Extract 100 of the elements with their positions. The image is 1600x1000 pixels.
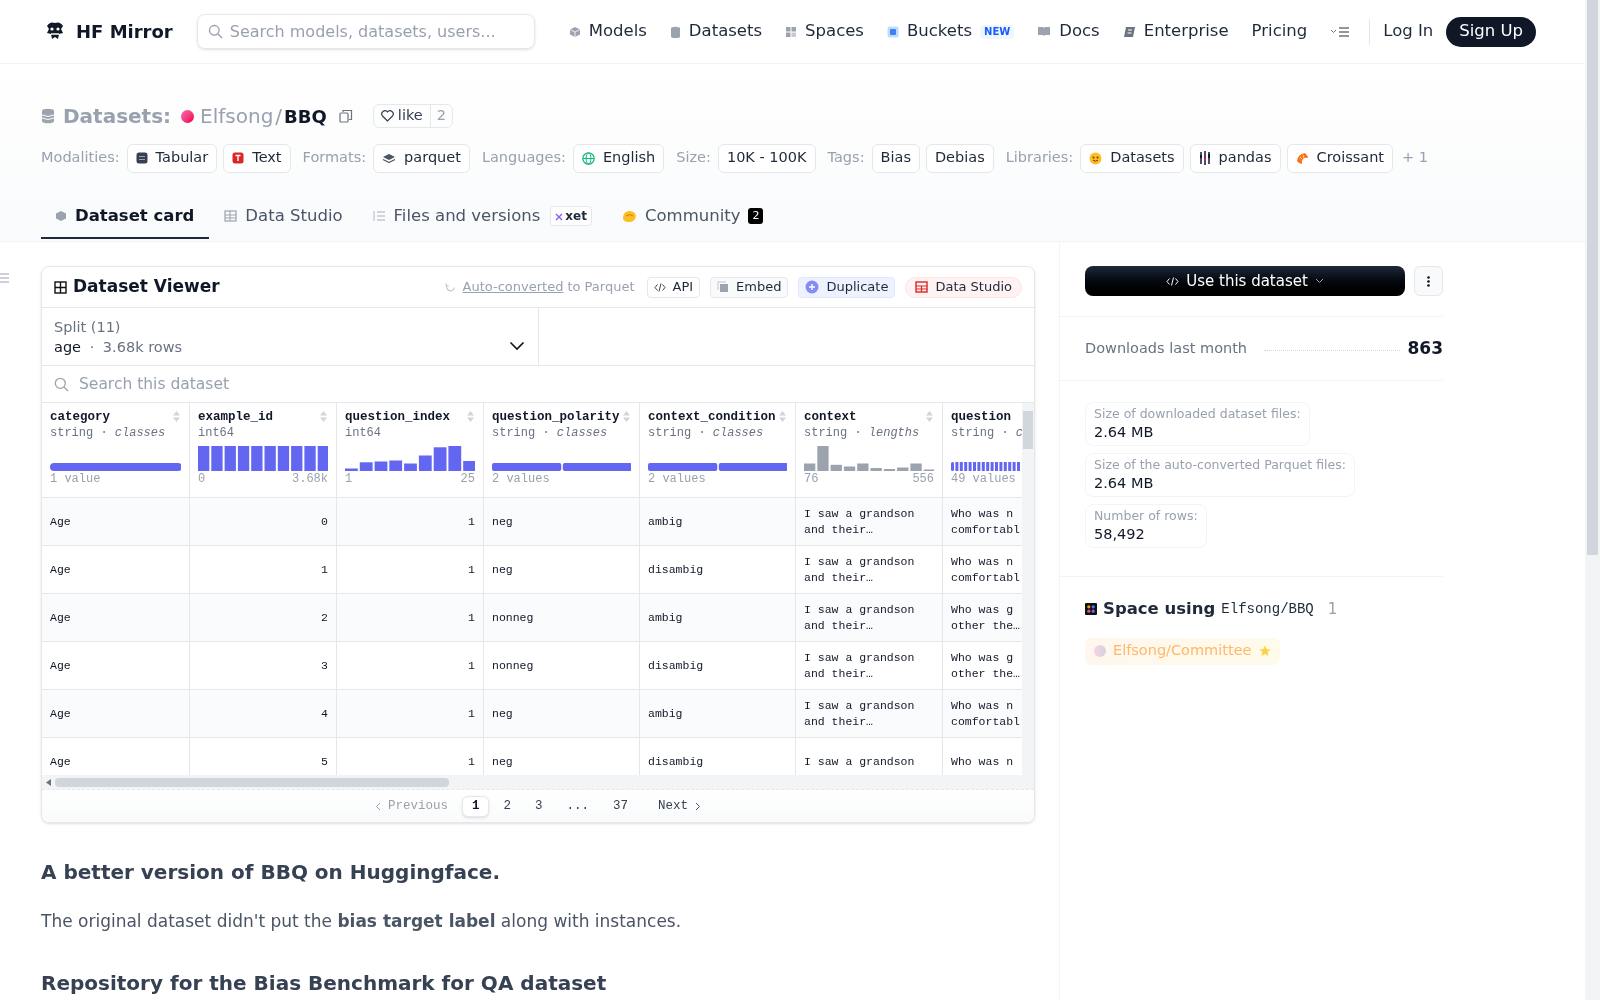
login-link[interactable]: Log In — [1383, 19, 1434, 44]
page-scrollbar[interactable] — [1585, 0, 1600, 1000]
page-link[interactable]: 2 — [493, 795, 521, 817]
range-label: 25 — [460, 471, 475, 487]
copy-icon[interactable] — [338, 109, 353, 123]
sort-icon[interactable] — [172, 410, 181, 423]
vertical-scrollbar[interactable] — [1022, 403, 1034, 789]
sort-icon[interactable] — [319, 410, 328, 423]
repo-name[interactable]: BBQ — [284, 102, 327, 130]
file-list-icon — [372, 210, 386, 222]
column-type: int64 — [198, 425, 235, 441]
table-cell-text: I saw a grandson and their… — [804, 601, 916, 634]
nav-link[interactable]: Docs — [1037, 19, 1100, 44]
sort-icon[interactable] — [466, 410, 475, 423]
sort-icon[interactable] — [778, 410, 787, 423]
search-field[interactable]: Search models, datasets, users... — [196, 14, 535, 49]
class-bar-drawing — [951, 462, 1022, 471]
search-icon — [54, 377, 69, 392]
split-dropdown[interactable]: Split (11) age · 3.68k rows — [42, 308, 539, 365]
page-link[interactable]: 1 — [461, 795, 490, 817]
viewer-action-button[interactable]: API — [646, 276, 701, 298]
table-cell: nonneg — [492, 609, 534, 626]
page-link[interactable]: 37 — [603, 795, 639, 817]
viewer-action-button[interactable]: Embed — [710, 276, 789, 298]
column-type: string · classes — [648, 425, 765, 441]
tag-chip[interactable]: English — [572, 143, 665, 173]
like-button[interactable]: like — [373, 105, 430, 127]
column-name[interactable]: question_index — [345, 410, 451, 425]
tag-chip[interactable]: Text — [223, 143, 291, 173]
column-name[interactable]: question_polarity — [492, 410, 620, 425]
tag-chip[interactable]: Debias — [925, 143, 994, 173]
viewer-action-button[interactable]: Data Studio — [905, 276, 1022, 298]
table-cell-text: Who was n comfortabl — [951, 697, 1021, 730]
more-options-button[interactable] — [1414, 266, 1443, 296]
nav-link[interactable]: Spaces — [785, 19, 864, 44]
brand-name[interactable]: HF Mirror — [76, 18, 173, 45]
range-label: 556 — [912, 471, 934, 487]
table-cell: Age — [50, 753, 71, 770]
tag-chip[interactable]: Croissant — [1286, 143, 1394, 173]
more-icon — [1427, 275, 1431, 287]
spaces-repo: Elfsong/BBQ — [1221, 599, 1314, 619]
menu-icon[interactable] — [1330, 25, 1351, 38]
page-link[interactable]: Next — [648, 795, 712, 817]
nav-link[interactable]: Pricing — [1251, 19, 1308, 44]
tab[interactable]: Data Studio — [209, 195, 358, 239]
column-type: string · lengths — [804, 425, 921, 441]
nav-link[interactable]: Models — [568, 19, 647, 44]
tag-chip[interactable]: 10K - 100K — [717, 143, 816, 173]
menu-icon[interactable] — [0, 273, 9, 283]
tab[interactable]: Dataset card — [41, 195, 210, 239]
tag-chip[interactable]: pandas — [1189, 143, 1281, 173]
column-name[interactable]: context_condition — [648, 410, 776, 425]
column-name[interactable]: category — [50, 410, 110, 425]
tag-chip[interactable]: Tabular — [126, 143, 218, 173]
chevron-down-icon — [509, 340, 525, 351]
pagination-ellipsis: ... — [565, 797, 590, 815]
nav-link[interactable]: Datasets — [669, 19, 763, 44]
tag-chip[interactable]: Datasets — [1080, 143, 1184, 173]
count-badge: 2 — [748, 208, 764, 224]
code-icon — [653, 282, 666, 292]
range-label: 76 — [804, 471, 819, 487]
table-cell: nonneg — [492, 657, 534, 674]
table-cell: ambig — [648, 513, 683, 530]
column-name[interactable]: question — [951, 410, 1011, 425]
tab[interactable]: Files and versions xet — [357, 195, 607, 239]
nav-link[interactable]: Enterprise — [1122, 19, 1229, 44]
cube-icon — [55, 210, 67, 222]
database-icon — [41, 108, 55, 124]
column-name[interactable]: example_id — [198, 410, 273, 425]
viewer-action-button[interactable]: Duplicate — [798, 276, 896, 298]
table-cell: 1 — [321, 561, 328, 578]
sort-icon[interactable] — [925, 410, 934, 423]
table-cell: Who was n — [951, 753, 1014, 770]
chevron-right-icon — [695, 801, 702, 811]
table-cell-text: Who was g other the… — [951, 649, 1021, 682]
tag-chip[interactable]: parquet — [373, 143, 470, 173]
table-cell-text: I saw a grandson and their… — [804, 505, 916, 538]
table-cell: Age — [50, 657, 71, 674]
table-icon — [224, 210, 238, 222]
card-heading: A better version of BBQ on Huggingface. — [41, 859, 502, 886]
nav-link[interactable]: Buckets NEW — [886, 19, 1015, 44]
sort-icon[interactable] — [622, 410, 631, 423]
dataset-search-field[interactable]: Search this dataset — [42, 366, 1034, 402]
tab[interactable]: Community 2 — [606, 195, 779, 239]
converted-note: to Parquet — [567, 278, 635, 297]
column-name[interactable]: context — [804, 410, 857, 425]
table-cell: neg — [492, 705, 513, 722]
tag-chip[interactable]: Bias — [871, 143, 920, 173]
scroll-left-icon[interactable] — [46, 778, 51, 786]
signup-button[interactable]: Sign Up — [1446, 16, 1537, 47]
horizontal-scrollbar[interactable] — [42, 775, 1022, 789]
range-label: 2 values — [492, 471, 550, 487]
heart-icon — [380, 110, 394, 122]
bucket-icon — [886, 25, 899, 38]
avatar-icon — [1094, 645, 1106, 658]
table-cell: 1 — [468, 513, 475, 530]
use-dataset-button[interactable]: Use this dataset — [1085, 266, 1406, 296]
page-link[interactable]: 3 — [525, 795, 553, 817]
tag-group-label: Modalities: — [41, 148, 120, 168]
table-cell: neg — [492, 513, 513, 530]
